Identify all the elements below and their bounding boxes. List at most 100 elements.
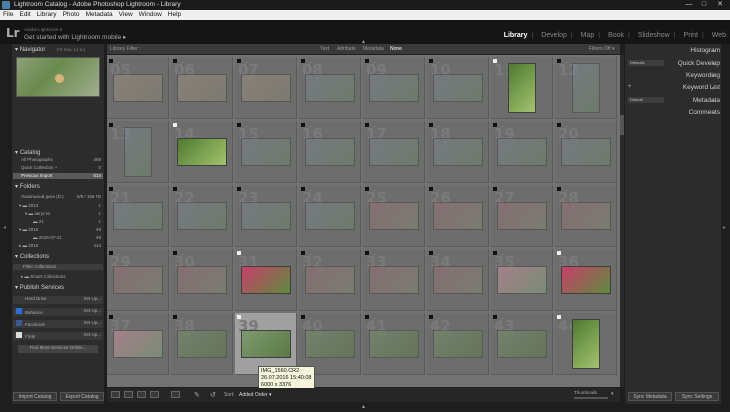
photo-thumbnail[interactable] — [561, 266, 611, 294]
navigator-header[interactable]: ▾ Navigator — [15, 46, 45, 53]
zoom-fit[interactable]: FIT — [57, 47, 63, 52]
photo-thumbnail[interactable] — [305, 138, 355, 166]
close-button[interactable]: ✕ — [712, 0, 728, 9]
flag-badge-icon[interactable] — [365, 315, 369, 319]
flag-badge-icon[interactable] — [173, 187, 177, 191]
scrollbar-thumb[interactable] — [620, 115, 624, 135]
publish-flickr[interactable]: Flickr Set Up... — [13, 332, 103, 340]
folder-item[interactable]: ▸ ▬ 2016 414 — [13, 243, 103, 249]
keyword-list-toggle-icon[interactable]: ◂ — [712, 85, 728, 91]
flag-badge-icon[interactable] — [301, 251, 305, 255]
mobile-link[interactable]: Get started with Lightroom mobile ▸ — [24, 33, 126, 41]
flag-badge-icon[interactable] — [429, 251, 433, 255]
flag-badge-icon[interactable] — [493, 315, 497, 319]
photo-thumbnail[interactable] — [497, 138, 547, 166]
grid-cell[interactable]: 26 — [427, 185, 489, 247]
module-develop[interactable]: Develop — [541, 32, 567, 39]
quick-develop-toggle-icon[interactable]: ◂ — [712, 61, 728, 67]
metadata-preset[interactable]: Default — [628, 97, 664, 103]
publish-hard-drive[interactable]: Hard Drive Set Up... — [13, 296, 103, 304]
left-panel-toggle-icon[interactable]: ◂ — [3, 224, 6, 231]
folder-volume[interactable]: Локальный диск (D:) 5/8 / 166 ГБ — [13, 194, 103, 200]
photo-thumbnail[interactable] — [572, 63, 600, 113]
photo-thumbnail[interactable] — [433, 202, 483, 230]
flag-badge-icon[interactable] — [365, 123, 369, 127]
grid-cell[interactable]: 05 — [107, 57, 169, 119]
filter-tab-attribute[interactable]: Attribute — [337, 46, 356, 52]
flag-badge-icon[interactable] — [557, 187, 561, 191]
photo-thumbnail[interactable] — [433, 266, 483, 294]
grid-cell[interactable]: 24 — [299, 185, 361, 247]
grid-cell[interactable]: 38 — [171, 313, 233, 375]
sort-dropdown[interactable]: Added Order ▾ — [239, 392, 272, 398]
photo-thumbnail[interactable] — [241, 74, 291, 102]
flag-badge-icon[interactable] — [109, 123, 113, 127]
grid-cell[interactable]: 22 — [171, 185, 233, 247]
photo-thumbnail[interactable] — [305, 74, 355, 102]
flag-badge-icon[interactable] — [365, 59, 369, 63]
flag-badge-icon[interactable] — [557, 59, 561, 63]
flag-badge-icon[interactable] — [493, 251, 497, 255]
minimize-button[interactable]: — — [682, 0, 696, 9]
filter-tab-metadata[interactable]: Metadata — [363, 46, 384, 52]
filter-collections[interactable]: Filter Collections — [13, 264, 103, 270]
flag-badge-icon[interactable] — [429, 123, 433, 127]
zoom-3-1[interactable]: 3:1 — [80, 47, 86, 52]
flag-badge-icon[interactable] — [237, 59, 241, 63]
photo-thumbnail[interactable] — [508, 63, 536, 113]
zoom-1-1[interactable]: 1:1 — [73, 47, 79, 52]
flag-badge-icon[interactable] — [301, 315, 305, 319]
toolbar-menu-icon[interactable]: ▾ — [611, 391, 614, 397]
photo-thumbnail[interactable] — [241, 330, 291, 358]
zoom-fill[interactable]: FILL — [64, 47, 72, 52]
flag-badge-icon[interactable] — [237, 251, 241, 255]
menu-metadata[interactable]: Metadata — [83, 10, 116, 20]
sync-metadata-button[interactable]: Sync Metadata — [628, 392, 672, 401]
menu-window[interactable]: Window — [136, 10, 165, 20]
flag-badge-icon[interactable] — [557, 123, 561, 127]
grid-cell[interactable]: 11 — [491, 57, 553, 119]
flag-badge-icon[interactable] — [301, 59, 305, 63]
photo-thumbnail[interactable] — [124, 127, 152, 177]
maximize-button[interactable]: □ — [697, 0, 711, 9]
grid-cell[interactable]: 28 — [555, 185, 617, 247]
photo-thumbnail[interactable] — [433, 138, 483, 166]
loupe-view-icon[interactable] — [124, 391, 133, 398]
grid-cell[interactable]: 21 — [107, 185, 169, 247]
flag-badge-icon[interactable] — [493, 59, 497, 63]
folder-item[interactable]: ▬ 21 1 — [13, 219, 103, 225]
flag-badge-icon[interactable] — [237, 187, 241, 191]
grid-cell[interactable]: 09 — [363, 57, 425, 119]
menu-view[interactable]: View — [116, 10, 136, 20]
collections-header[interactable]: ▾ Collections — [15, 253, 49, 260]
grid-view-icon[interactable] — [111, 391, 120, 398]
photo-thumbnail[interactable] — [241, 266, 291, 294]
filters-off-dropdown[interactable]: Filters Off ▾ — [589, 46, 614, 52]
photo-thumbnail[interactable] — [497, 330, 547, 358]
photo-thumbnail[interactable] — [177, 330, 227, 358]
menu-file[interactable]: File — [0, 10, 16, 20]
module-map[interactable]: Map — [581, 32, 595, 39]
export-catalog-button[interactable]: Export Catalog — [60, 392, 104, 401]
grid-cell[interactable]: 36 — [555, 249, 617, 311]
bottom-panel-toggle-icon[interactable]: ▴ — [362, 403, 365, 410]
photo-thumbnail[interactable] — [177, 74, 227, 102]
grid-cell[interactable]: 18 — [427, 121, 489, 183]
painter-icon[interactable]: ✎ — [194, 391, 200, 399]
menu-photo[interactable]: Photo — [60, 10, 83, 20]
flag-badge-icon[interactable] — [557, 315, 561, 319]
grid-cell[interactable]: 14 — [171, 121, 233, 183]
photo-thumbnail[interactable] — [433, 330, 483, 358]
setup-link[interactable]: Set Up... — [83, 296, 101, 301]
survey-view-icon[interactable] — [150, 391, 159, 398]
folder-item[interactable]: ▬ 2016-07-11 49 — [13, 235, 103, 241]
grid-cell[interactable]: 44 — [555, 313, 617, 375]
menu-help[interactable]: Help — [165, 10, 184, 20]
flag-badge-icon[interactable] — [109, 315, 113, 319]
photo-thumbnail[interactable] — [561, 138, 611, 166]
setup-link[interactable]: Set Up... — [83, 308, 101, 313]
photo-thumbnail[interactable] — [572, 319, 600, 369]
photo-thumbnail[interactable] — [369, 202, 419, 230]
flag-badge-icon[interactable] — [493, 123, 497, 127]
flag-badge-icon[interactable] — [173, 123, 177, 127]
